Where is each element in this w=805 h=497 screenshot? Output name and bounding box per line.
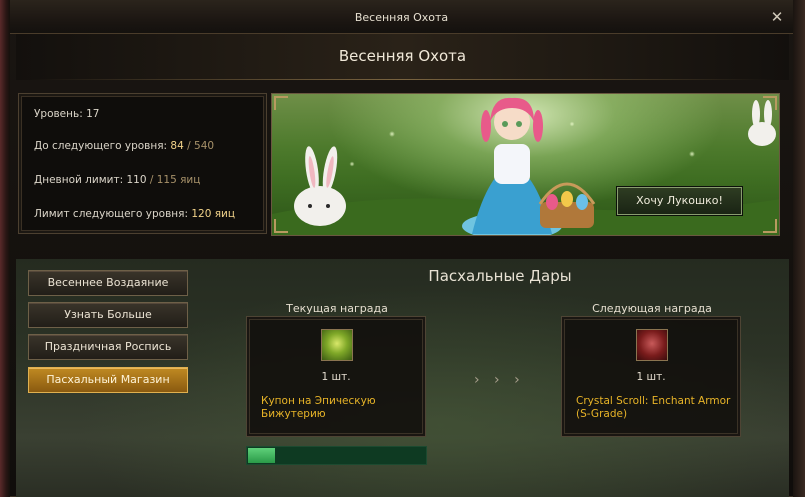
side-menu-spring-reward[interactable]: Весеннее Воздаяние	[28, 270, 188, 296]
stat-level: Уровень: 17	[34, 108, 99, 120]
stat-daily-max: 115 яиц	[156, 174, 201, 186]
next-reward-qty: 1 шт.	[636, 371, 666, 383]
bunny-left	[294, 146, 346, 226]
current-reward-qty: 1 шт.	[321, 371, 351, 383]
green-coupon-icon[interactable]	[321, 329, 353, 361]
side-menu-festive-paint[interactable]: Праздничная Роспись	[28, 334, 188, 360]
stat-next-limit: Лимит следующего уровня: 120 яиц	[34, 208, 235, 220]
next-reward-name: Crystal Scroll: Enchant Armor (S-Grade)	[576, 395, 731, 420]
stat-next-level: До следующего уровня: 84 / 540	[34, 140, 214, 152]
titlebar[interactable]: Весенняя Охота ✕	[10, 0, 793, 34]
want-basket-button[interactable]: Хочу Лукошко!	[617, 187, 742, 215]
stat-next-limit-label: Лимит следующего уровня:	[34, 208, 189, 220]
stat-daily-limit: Дневной лимит: 110 / 115 яиц	[34, 174, 201, 186]
window-edge-decoration	[0, 0, 10, 497]
stat-level-value: 17	[86, 108, 100, 120]
banner-corner-ornament	[274, 219, 288, 233]
window-title: Весенняя Охота	[354, 11, 449, 24]
banner-corner-ornament	[763, 96, 777, 110]
red-scroll-icon[interactable]	[636, 329, 668, 361]
stat-next-limit-value: 120 яиц	[191, 208, 236, 220]
banner-corner-ornament	[763, 219, 777, 233]
progress-fill	[248, 448, 275, 463]
stat-next-current: 84	[170, 140, 184, 152]
side-menu-easter-shop[interactable]: Пасхальный Магазин	[28, 367, 188, 393]
gifts-title: Пасхальные Дары	[428, 267, 572, 285]
stat-level-label: Уровень:	[34, 108, 83, 120]
stats-panel: Уровень: 17 До следующего уровня: 84 / 5…	[18, 93, 267, 234]
window-edge-decoration	[793, 0, 805, 497]
stat-next-separator: /	[187, 140, 191, 152]
next-reward-caption: Следующая награда	[592, 302, 712, 315]
current-reward-caption: Текущая награда	[286, 302, 388, 315]
side-menu-learn-more[interactable]: Узнать Больше	[28, 302, 188, 328]
egg-basket	[538, 182, 596, 228]
divider	[30, 79, 775, 80]
stat-daily-label: Дневной лимит:	[34, 174, 124, 186]
stat-next-max: 540	[194, 140, 215, 152]
chevron-right-icon: › › ›	[474, 372, 525, 388]
current-reward-name: Купон на Эпическую Бижутерию	[261, 395, 376, 420]
page-title: Весенняя Охота	[338, 47, 467, 65]
current-reward-card[interactable]: 1 шт. Купон на Эпическую Бижутерию	[246, 316, 426, 437]
stat-next-label: До следующего уровня:	[34, 140, 168, 152]
close-icon[interactable]: ✕	[769, 9, 785, 25]
progress-bar	[246, 446, 427, 465]
next-reward-card[interactable]: 1 шт. Crystal Scroll: Enchant Armor (S-G…	[561, 316, 741, 437]
banner-corner-ornament	[274, 96, 288, 110]
stat-daily-current: 110	[126, 174, 147, 186]
header: Весенняя Охота	[16, 34, 789, 80]
